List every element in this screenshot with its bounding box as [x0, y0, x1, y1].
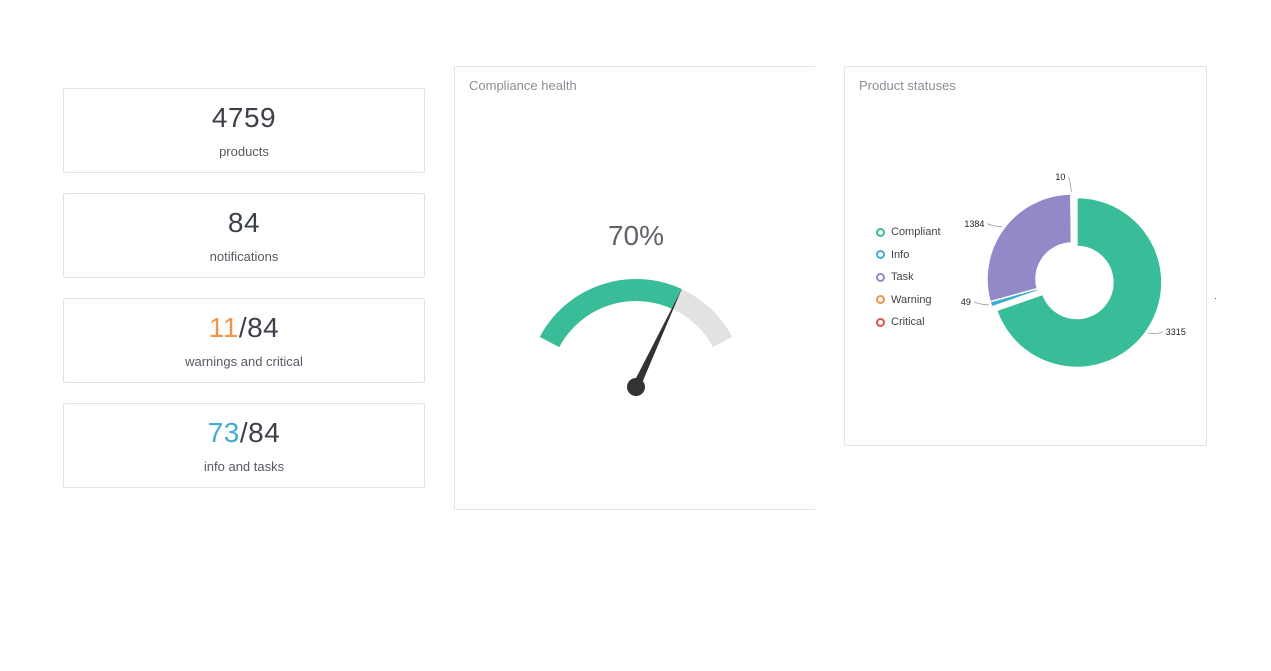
donut-label-compliant: 3315 — [1166, 327, 1186, 337]
info-card[interactable]: 73/84 info and tasks — [63, 403, 425, 488]
notifications-card[interactable]: 84 notifications — [63, 193, 425, 278]
donut-slice-critical[interactable] — [1070, 193, 1073, 244]
donut-leader-line — [973, 301, 989, 306]
donut-slice-task[interactable] — [986, 193, 1073, 303]
donut-leader-line — [987, 223, 1003, 228]
warnings-card[interactable]: 11/84 warnings and critical — [63, 298, 425, 383]
compliance-health-panel: Compliance health 70% — [454, 66, 817, 511]
info-total: /84 — [239, 417, 281, 448]
gauge-fill — [539, 279, 682, 348]
gauge-value: 70% — [608, 220, 664, 251]
info-label: info and tasks — [203, 459, 285, 474]
warnings-ratio: 11/84 — [64, 311, 424, 345]
products-card[interactable]: 4759 products — [63, 88, 425, 173]
info-count: 73 — [207, 417, 240, 448]
donut-label-info: 49 — [961, 297, 971, 307]
compliance-gauge: 70% — [539, 220, 733, 396]
info-ratio: 73/84 — [64, 416, 424, 450]
notifications-label: notifications — [209, 249, 279, 264]
warnings-total: /84 — [238, 312, 280, 343]
dashboard: 4759 products 84 notifications 11/84 war… — [0, 0, 1271, 671]
donut-label-task: 1384 — [964, 219, 984, 229]
product-statuses-panel: Product statuses Compliant Info Task War… — [844, 66, 1207, 446]
stray-dot — [1215, 298, 1216, 299]
donut-leader-line — [1068, 176, 1072, 193]
products-label: products — [219, 144, 269, 159]
donut-label-critical: 10 — [1055, 172, 1065, 182]
warnings-count: 11 — [208, 312, 239, 343]
warnings-label: warnings and critical — [185, 354, 303, 369]
product-statuses-donut: 3315 49 1384 10 — [961, 172, 1186, 369]
donut-leader-line — [1147, 331, 1163, 335]
gauge-needle-hub — [627, 378, 645, 396]
notifications-count: 84 — [227, 207, 261, 238]
products-count: 4759 — [211, 102, 277, 133]
